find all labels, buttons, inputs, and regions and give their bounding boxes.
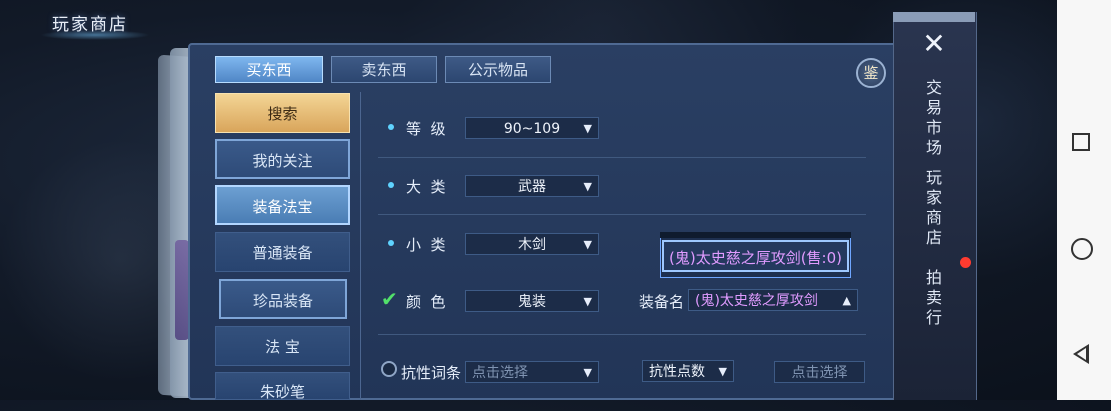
category-select[interactable]: 武器 ▼ — [465, 175, 599, 197]
chevron-down-icon: ▼ — [583, 366, 592, 379]
side-normal-equip-button[interactable]: 普通装备 — [215, 232, 350, 272]
side-rare-equip-button[interactable]: 珍品装备 — [219, 279, 347, 319]
appraise-button[interactable]: 鉴 — [856, 58, 886, 88]
level-label: 等 级 — [406, 120, 446, 138]
chevron-down-icon: ▼ — [583, 180, 592, 193]
home-icon[interactable] — [1071, 238, 1093, 260]
equip-name-value: (鬼)太史慈之厚攻剑 — [695, 293, 818, 309]
side-cinnabar-pen-button[interactable]: 朱砂笔 — [215, 372, 350, 401]
tab-public-items[interactable]: 公示物品 — [445, 56, 551, 83]
sidebar-top-rail — [893, 12, 975, 22]
level-select[interactable]: 90~109 ▼ — [465, 117, 599, 139]
resist-entry-select[interactable]: 点击选择 ▼ — [465, 361, 599, 383]
sidebar-item-player-store[interactable]: 玩家商店 — [924, 168, 944, 248]
side-my-follow-button[interactable]: 我的关注 — [215, 139, 350, 179]
bullet-dot — [388, 124, 394, 130]
chevron-down-icon: ▼ — [583, 238, 592, 251]
category-label: 大 类 — [406, 178, 446, 196]
tab-sell[interactable]: 卖东西 — [331, 56, 437, 83]
side-search-button[interactable]: 搜索 — [215, 93, 350, 133]
bullet-dot — [388, 240, 394, 246]
tab-bar: 买东西 卖东西 公示物品 — [205, 52, 885, 86]
resist-entry-placeholder: 点击选择 — [472, 365, 528, 381]
category-value: 武器 — [518, 179, 546, 195]
equip-name-label: 装备名 — [639, 293, 685, 311]
subcategory-select[interactable]: 木剑 ▼ — [465, 233, 599, 255]
chevron-down-icon: ▼ — [583, 295, 592, 308]
subcategory-label: 小 类 — [406, 236, 446, 254]
system-nav-bar — [1057, 0, 1111, 400]
resist-entry-label: 抗性词条 — [401, 364, 462, 382]
notification-dot — [960, 257, 971, 268]
level-value: 90~109 — [503, 121, 561, 137]
resist-points-label: 抗性点数 — [649, 364, 705, 380]
recent-apps-icon[interactable] — [1072, 133, 1090, 151]
row-divider — [378, 157, 866, 158]
color-select[interactable]: 鬼装 ▼ — [465, 290, 599, 312]
chevron-down-icon: ▼ — [718, 365, 727, 378]
back-icon-inner — [1077, 348, 1086, 360]
row-divider — [378, 214, 866, 215]
panel-divider — [360, 92, 361, 400]
close-icon[interactable]: ✕ — [918, 28, 950, 60]
tassel-decor — [175, 240, 189, 340]
resist-points-select[interactable]: 抗性点数 ▼ — [642, 360, 734, 382]
sidebar-item-auction[interactable]: 拍卖行 — [924, 268, 944, 328]
resist-points-input[interactable]: 点击选择 — [774, 361, 865, 383]
row-divider — [378, 334, 866, 335]
subcategory-value: 木剑 — [518, 237, 546, 253]
side-treasure-button[interactable]: 法 宝 — [215, 326, 350, 366]
sidebar-item-trade-market[interactable]: 交易市场 — [924, 78, 944, 158]
suggestion-dropdown-header — [660, 232, 851, 238]
suggestion-item[interactable]: (鬼)太史慈之厚攻剑(售:0) — [662, 240, 849, 272]
bullet-dot — [388, 182, 394, 188]
resist-points-placeholder: 点击选择 — [791, 365, 848, 381]
chevron-down-icon: ▼ — [583, 122, 592, 135]
color-value: 鬼装 — [518, 294, 546, 310]
resist-entry-radio[interactable] — [381, 361, 397, 377]
equip-name-input[interactable]: (鬼)太史慈之厚攻剑 ▲ — [688, 289, 858, 311]
tab-buy[interactable]: 买东西 — [215, 56, 323, 83]
title-glow — [40, 30, 150, 40]
side-equip-treasure-button[interactable]: 装备法宝 — [215, 185, 350, 225]
color-label: 颜 色 — [406, 293, 446, 311]
check-icon[interactable]: ✔ — [381, 289, 398, 309]
chevron-up-icon: ▲ — [842, 294, 851, 307]
